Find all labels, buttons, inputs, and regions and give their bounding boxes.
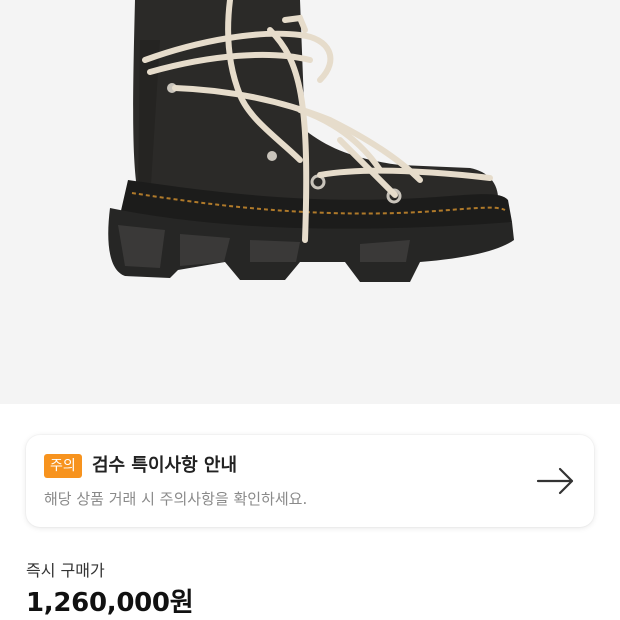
inspection-notice-card[interactable]: 주의 검수 특이사항 안내 해당 상품 거래 시 주의사항을 확인하세요.	[26, 435, 594, 527]
caution-badge: 주의	[44, 454, 82, 478]
price-value: 1,260,000원	[26, 588, 194, 618]
arrow-right-icon[interactable]	[536, 465, 576, 497]
notice-title: 검수 특이사항 안내	[92, 455, 238, 476]
notice-description: 해당 상품 거래 시 주의사항을 확인하세요.	[44, 490, 308, 508]
boot-image	[108, 0, 515, 282]
price-label: 즉시 구매가	[26, 561, 105, 580]
product-image-area[interactable]	[0, 0, 620, 404]
